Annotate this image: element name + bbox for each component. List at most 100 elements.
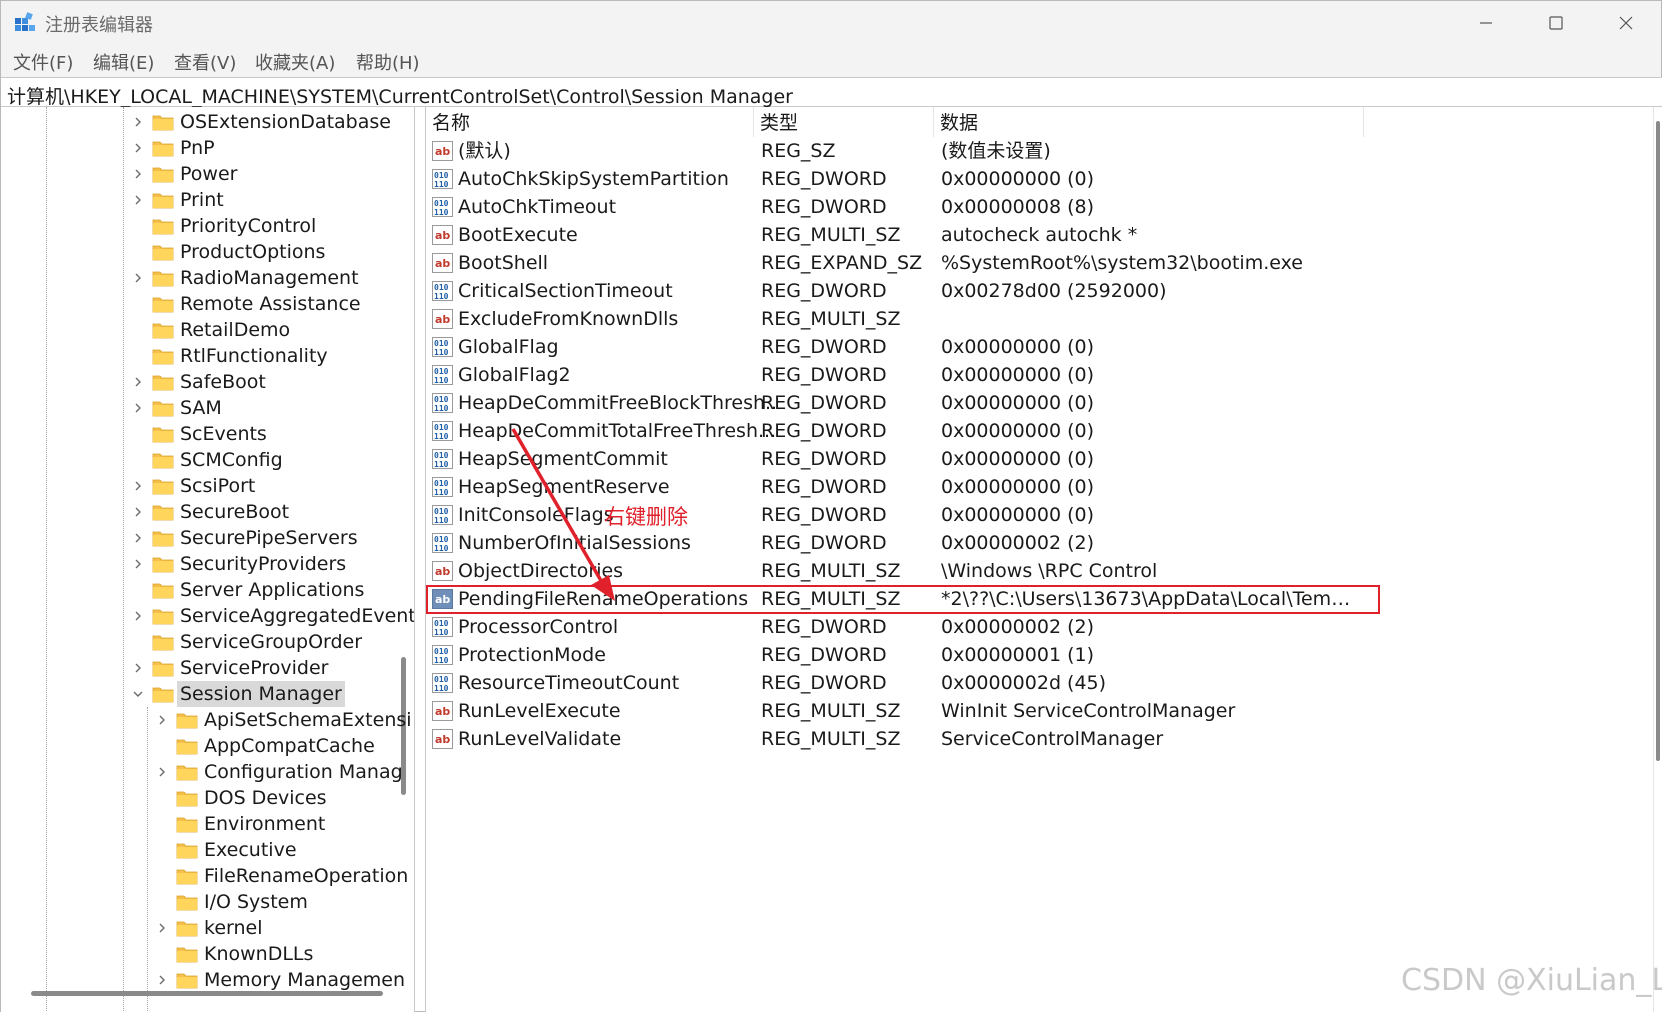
tree-item-label[interactable]: ServiceProvider xyxy=(177,655,331,681)
list-scrollbar-thumb[interactable] xyxy=(1656,121,1660,761)
tree-item[interactable]: Session Manager xyxy=(1,681,401,707)
table-row[interactable]: ab BootExecute REG_MULTI_SZ autocheck autoc… xyxy=(426,221,1662,249)
tree-item-label[interactable]: SecurePipeServers xyxy=(177,525,361,551)
tree-item[interactable]: SAM xyxy=(1,395,401,421)
tree-item-label[interactable]: I/O System xyxy=(201,889,311,915)
chevron-right-icon[interactable] xyxy=(131,479,145,493)
tree-item-label[interactable]: ApiSetSchemaExtensi xyxy=(201,707,414,733)
table-row[interactable]: ab ExcludeFromKnownDlls REG_MULTI_SZ xyxy=(426,305,1662,333)
tree-item[interactable]: Environment xyxy=(1,811,401,837)
tree-item[interactable]: ScEvents xyxy=(1,421,401,447)
tree-item-label[interactable]: SecurityProviders xyxy=(177,551,349,577)
menu-favorites[interactable]: 收藏夹(A) xyxy=(255,49,335,75)
tree-item[interactable]: ScsiPort xyxy=(1,473,401,499)
chevron-right-icon[interactable] xyxy=(131,531,145,545)
tree-item-label[interactable]: RetailDemo xyxy=(177,317,293,343)
menu-view[interactable]: 查看(V) xyxy=(174,49,236,75)
tree-item[interactable]: SCMConfig xyxy=(1,447,401,473)
maximize-button[interactable] xyxy=(1521,1,1591,45)
tree-item-label[interactable]: Memory Managemen xyxy=(201,967,408,993)
tree-item-label[interactable]: FileRenameOperation xyxy=(201,863,411,889)
tree-item[interactable]: RetailDemo xyxy=(1,317,401,343)
chevron-right-icon[interactable] xyxy=(131,375,145,389)
tree-item-label[interactable]: AppCompatCache xyxy=(201,733,378,759)
chevron-right-icon[interactable] xyxy=(131,167,145,181)
table-row[interactable]: 010 110 GlobalFlag2 REG_DWORD 0x00000000 (0) xyxy=(426,361,1662,389)
tree-item-label[interactable]: kernel xyxy=(201,915,266,941)
tree-item[interactable]: Power xyxy=(1,161,401,187)
table-row[interactable]: 010 110 AutoChkSkipSystemPartition REG_DWOR… xyxy=(426,165,1662,193)
close-button[interactable] xyxy=(1591,1,1661,45)
table-row[interactable]: 010 110 HeapSegmentReserve REG_DWORD 0x00000… xyxy=(426,473,1662,501)
chevron-right-icon[interactable] xyxy=(155,973,169,987)
minimize-button[interactable] xyxy=(1451,1,1521,45)
tree-item[interactable]: SecurePipeServers xyxy=(1,525,401,551)
tree-item[interactable]: RadioManagement xyxy=(1,265,401,291)
table-row[interactable]: 010 110 ResourceTimeoutCount REG_DWORD 0x000… xyxy=(426,669,1662,697)
chevron-right-icon[interactable] xyxy=(131,505,145,519)
tree-item-label[interactable]: ScEvents xyxy=(177,421,270,447)
tree-item[interactable]: SecureBoot xyxy=(1,499,401,525)
tree-item[interactable]: SafeBoot xyxy=(1,369,401,395)
tree-item-label[interactable]: SafeBoot xyxy=(177,369,269,395)
tree-item-label[interactable]: OSExtensionDatabase xyxy=(177,109,394,135)
tree-item[interactable]: AppCompatCache xyxy=(1,733,401,759)
tree-item-label[interactable]: SCMConfig xyxy=(177,447,286,473)
tree-item-label[interactable]: KnownDLLs xyxy=(201,941,316,967)
tree-item[interactable]: Print xyxy=(1,187,401,213)
tree-item-label[interactable]: ServiceGroupOrder xyxy=(177,629,365,655)
menu-edit[interactable]: 编辑(E) xyxy=(93,49,154,75)
chevron-right-icon[interactable] xyxy=(131,115,145,129)
table-row[interactable]: 010 110 ProtectionMode REG_DWORD 0x00000001 … xyxy=(426,641,1662,669)
table-row[interactable]: ab RunLevelExecute REG_MULTI_SZ WinInit Ser… xyxy=(426,697,1662,725)
chevron-right-icon[interactable] xyxy=(131,609,145,623)
tree-item[interactable]: PriorityControl xyxy=(1,213,401,239)
column-header-name[interactable]: 名称 xyxy=(426,107,754,137)
key-tree-pane[interactable]: OSExtensionDatabase PnP Power Print Priority… xyxy=(1,107,415,1012)
chevron-down-icon[interactable] xyxy=(131,687,145,701)
table-row[interactable]: ab BootShell REG_EXPAND_SZ %SystemRoot%\sys… xyxy=(426,249,1662,277)
table-row[interactable]: 010 110 CriticalSectionTimeout REG_DWORD 0x0… xyxy=(426,277,1662,305)
tree-item-label[interactable]: RadioManagement xyxy=(177,265,362,291)
tree-item-label[interactable]: SecureBoot xyxy=(177,499,292,525)
tree-item[interactable]: I/O System xyxy=(1,889,401,915)
chevron-right-icon[interactable] xyxy=(155,921,169,935)
tree-item-label[interactable]: Environment xyxy=(201,811,328,837)
title-bar[interactable]: 注册表编辑器 xyxy=(1,1,1661,45)
tree-item[interactable]: ServiceAggregatedEvent xyxy=(1,603,414,629)
tree-item[interactable]: ServiceProvider xyxy=(1,655,401,681)
tree-item-label[interactable]: ServiceAggregatedEvent xyxy=(177,603,414,629)
table-row[interactable]: 010 110 GlobalFlag REG_DWORD 0x00000000 (0) xyxy=(426,333,1662,361)
address-bar[interactable]: 计算机\HKEY_LOCAL_MACHINE\SYSTEM\CurrentCon… xyxy=(1,77,1662,108)
table-row[interactable]: ab (默认) REG_SZ (数值未设置) xyxy=(426,137,1662,165)
tree-item-label[interactable]: Server Applications xyxy=(177,577,367,603)
chevron-right-icon[interactable] xyxy=(131,401,145,415)
tree-item[interactable]: OSExtensionDatabase xyxy=(1,109,401,135)
chevron-right-icon[interactable] xyxy=(131,193,145,207)
tree-item-label[interactable]: Configuration Manag xyxy=(201,759,406,785)
chevron-right-icon[interactable] xyxy=(131,141,145,155)
table-row[interactable]: 010 110 NumberOfInitialSessions REG_DWORD 0x… xyxy=(426,529,1662,557)
column-header-type[interactable]: 类型 xyxy=(754,107,934,137)
table-row[interactable]: 010 110 AutoChkTimeout REG_DWORD 0x00000008 … xyxy=(426,193,1662,221)
table-row[interactable]: 010 110 HeapDeCommitFreeBlockThresh... REG_… xyxy=(426,389,1662,417)
tree-item[interactable]: SecurityProviders xyxy=(1,551,401,577)
tree-item[interactable]: ApiSetSchemaExtensi xyxy=(1,707,412,733)
tree-item[interactable]: Remote Assistance xyxy=(1,291,401,317)
tree-item[interactable]: RtlFunctionality xyxy=(1,343,401,369)
tree-item[interactable]: Memory Managemen xyxy=(1,967,405,993)
table-row[interactable]: 010 110 ProcessorControl REG_DWORD 0x0000000… xyxy=(426,613,1662,641)
tree-item-label[interactable]: Print xyxy=(177,187,227,213)
chevron-right-icon[interactable] xyxy=(155,765,169,779)
tree-horizontal-scrollbar[interactable] xyxy=(31,991,383,996)
table-row[interactable]: 010 110 HeapDeCommitTotalFreeThresh... REG_… xyxy=(426,417,1662,445)
tree-item[interactable]: DOS Devices xyxy=(1,785,401,811)
values-list-pane[interactable]: 名称 类型 数据 ab (默认) REG_SZ (数值未设置) 010 110 AutoCh… xyxy=(425,107,1662,1012)
chevron-right-icon[interactable] xyxy=(155,713,169,727)
tree-item-label[interactable]: Remote Assistance xyxy=(177,291,364,317)
tree-item-label[interactable]: RtlFunctionality xyxy=(177,343,331,369)
chevron-right-icon[interactable] xyxy=(131,557,145,571)
tree-item[interactable]: KnownDLLs xyxy=(1,941,401,967)
tree-item-label[interactable]: Session Manager xyxy=(177,681,345,707)
tree-item[interactable]: Executive xyxy=(1,837,401,863)
